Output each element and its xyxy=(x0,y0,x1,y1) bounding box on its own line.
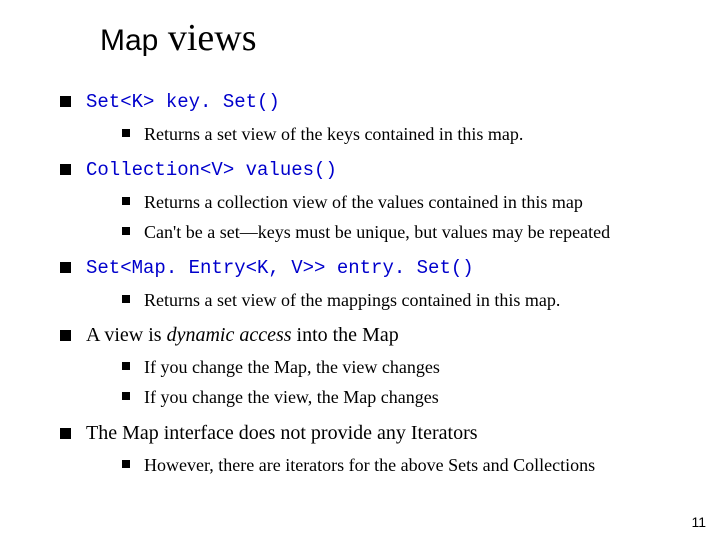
code-text: Collection<V> values() xyxy=(86,159,337,181)
title-part-2: views xyxy=(158,17,256,59)
sub-bullet-item: However, there are iterators for the abo… xyxy=(122,453,690,477)
sub-bullet-item: Returns a set view of the mappings conta… xyxy=(122,288,690,312)
sub-bullet-item: Returns a set view of the keys contained… xyxy=(122,122,690,146)
title-part-1: Map xyxy=(100,24,158,57)
sub-bullet-list: If you change the Map, the view changes … xyxy=(122,355,690,410)
sub-bullet-list: Returns a collection view of the values … xyxy=(122,190,690,245)
bullet-list: Set<K> key. Set() Returns a set view of … xyxy=(60,88,690,477)
bullet-item: A view is dynamic access into the Map If… xyxy=(60,322,690,410)
slide-title: Map views xyxy=(100,18,257,60)
sub-bullet-item: Can't be a set—keys must be unique, but … xyxy=(122,220,690,244)
page-number: 11 xyxy=(691,514,706,530)
sub-bullet-list: Returns a set view of the keys contained… xyxy=(122,122,690,146)
bullet-item: Collection<V> values() Returns a collect… xyxy=(60,156,690,244)
sub-bullet-list: However, there are iterators for the abo… xyxy=(122,453,690,477)
slide: Map views Set<K> key. Set() Returns a se… xyxy=(0,0,720,540)
bullet-item: Set<Map. Entry<K, V>> entry. Set() Retur… xyxy=(60,254,690,312)
slide-content: Set<K> key. Set() Returns a set view of … xyxy=(60,88,690,487)
bullet-text: A view is dynamic access into the Map xyxy=(86,324,399,346)
sub-bullet-item: Returns a collection view of the values … xyxy=(122,190,690,214)
code-text: Set<Map. Entry<K, V>> entry. Set() xyxy=(86,257,474,279)
bullet-text: The Map interface does not provide any I… xyxy=(86,422,478,444)
code-text: Set<K> key. Set() xyxy=(86,91,280,113)
sub-bullet-item: If you change the view, the Map changes xyxy=(122,385,690,409)
bullet-item: Set<K> key. Set() Returns a set view of … xyxy=(60,88,690,146)
sub-bullet-list: Returns a set view of the mappings conta… xyxy=(122,288,690,312)
sub-bullet-item: If you change the Map, the view changes xyxy=(122,355,690,379)
bullet-item: The Map interface does not provide any I… xyxy=(60,420,690,477)
